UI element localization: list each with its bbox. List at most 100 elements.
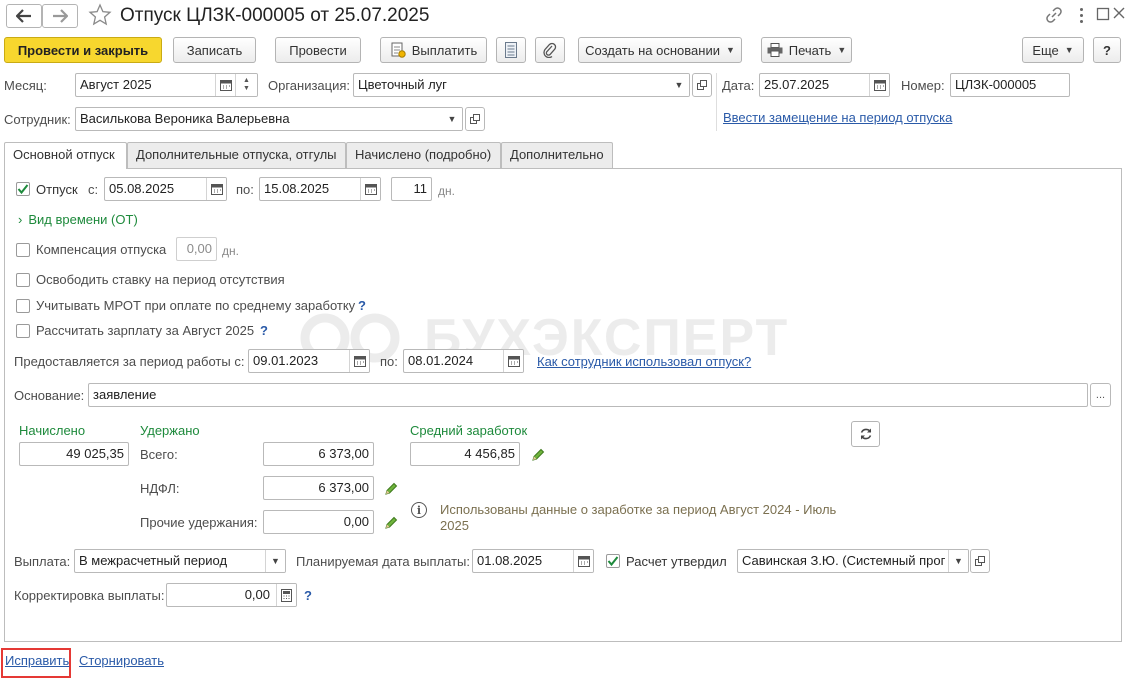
- approved-by-field[interactable]: Савинская З.Ю. (Системный прог ▼: [737, 549, 969, 573]
- link-icon[interactable]: [1045, 6, 1063, 27]
- dropdown-button[interactable]: ▼: [265, 550, 285, 572]
- total-label: Всего:: [140, 447, 178, 462]
- storno-link[interactable]: Сторнировать: [79, 653, 164, 669]
- other-withholdings-field[interactable]: 0,00: [263, 510, 374, 534]
- list-icon: [505, 42, 517, 58]
- post-and-close-button[interactable]: Провести и закрыть: [4, 37, 162, 63]
- pay-button[interactable]: Выплатить: [380, 37, 487, 63]
- approved-checkbox[interactable]: [606, 554, 620, 568]
- free-rate-checkbox[interactable]: [16, 273, 30, 287]
- month-stepper[interactable]: ▲ ▼: [235, 74, 257, 96]
- days-field[interactable]: 11: [391, 177, 432, 201]
- time-type-toggle[interactable]: › Вид времени (ОТ): [18, 212, 138, 228]
- ndfl-field[interactable]: 6 373,00: [263, 476, 374, 500]
- open-employee-button[interactable]: [465, 107, 485, 131]
- refresh-button[interactable]: [851, 421, 880, 447]
- help-button[interactable]: ?: [1093, 37, 1121, 63]
- approved-label: Расчет утвердил: [626, 554, 727, 569]
- calc-salary-checkbox[interactable]: [16, 324, 30, 338]
- vacation-to-field[interactable]: 15.08.2025: [259, 177, 381, 201]
- close-icon[interactable]: [1113, 7, 1125, 22]
- more-button[interactable]: Еще ▼: [1022, 37, 1084, 63]
- vacation-from-field[interactable]: 05.08.2025: [104, 177, 227, 201]
- edit-avg-pencil-icon[interactable]: [531, 448, 545, 462]
- open-external-icon: [697, 80, 707, 90]
- caret-down-icon: ▼: [725, 45, 735, 55]
- more-vert-icon[interactable]: [1078, 5, 1086, 25]
- back-button[interactable]: [6, 4, 42, 28]
- period-to-field[interactable]: 08.01.2024: [403, 349, 524, 373]
- forward-button[interactable]: [42, 4, 78, 28]
- calendar-icon: [364, 184, 377, 195]
- step-up-icon[interactable]: ▲: [243, 77, 250, 85]
- step-down-icon[interactable]: ▼: [243, 85, 250, 93]
- open-external-icon: [975, 556, 985, 566]
- favorite-star-icon[interactable]: [88, 3, 112, 30]
- attach-button[interactable]: [535, 37, 565, 63]
- payout-field[interactable]: В межрасчетный период ▼: [74, 549, 286, 573]
- maximize-icon[interactable]: [1096, 7, 1110, 24]
- open-approver-button[interactable]: [970, 549, 990, 573]
- avg-earnings-label: Средний заработок: [410, 423, 528, 438]
- post-button[interactable]: Провести: [275, 37, 361, 63]
- calculator-icon: [281, 588, 292, 602]
- earnings-period-info: Использованы данные о заработке за перио…: [440, 502, 837, 533]
- mrot-checkbox[interactable]: [16, 299, 30, 313]
- compensation-days-field[interactable]: 0,00: [176, 237, 217, 261]
- vacation-checkbox[interactable]: [16, 182, 30, 196]
- calendar-icon: [210, 184, 223, 195]
- basis-label: Основание:: [14, 388, 85, 403]
- calendar-button[interactable]: [503, 350, 523, 372]
- fix-link[interactable]: Исправить: [5, 653, 69, 669]
- caret-down-icon: ▼: [674, 80, 684, 90]
- save-button[interactable]: Записать: [173, 37, 256, 63]
- correction-label: Корректировка выплаты:: [14, 588, 165, 603]
- arrow-right-icon: [53, 9, 68, 23]
- create-based-on-button[interactable]: Создать на основании ▼: [578, 37, 742, 63]
- basis-select-button[interactable]: ...: [1090, 383, 1111, 407]
- planned-date-field[interactable]: 01.08.2025: [472, 549, 594, 573]
- edit-ndfl-pencil-icon[interactable]: [384, 482, 398, 496]
- tab-additional-vacations[interactable]: Дополнительные отпуска, отгулы: [127, 142, 346, 168]
- refresh-icon: [860, 428, 871, 440]
- open-organization-button[interactable]: [692, 73, 712, 97]
- edit-other-pencil-icon[interactable]: [384, 516, 398, 530]
- avg-earnings-field[interactable]: 4 456,85: [410, 442, 520, 466]
- calendar-button[interactable]: [869, 74, 889, 96]
- period-from-field[interactable]: 09.01.2023: [248, 349, 370, 373]
- calendar-button[interactable]: [360, 178, 380, 200]
- calc-salary-help-icon[interactable]: ?: [260, 323, 268, 338]
- month-field[interactable]: Август 2025 ▲ ▼: [75, 73, 258, 97]
- calendar-button[interactable]: [215, 74, 235, 96]
- used-vacation-link[interactable]: Как сотрудник использовал отпуск?: [537, 354, 751, 370]
- employee-field[interactable]: Василькова Вероника Валерьевна ▼: [75, 107, 463, 131]
- calendar-button[interactable]: [349, 350, 369, 372]
- list-report-button[interactable]: [496, 37, 526, 63]
- calendar-button[interactable]: [206, 178, 226, 200]
- print-button[interactable]: Печать ▼: [761, 37, 852, 63]
- compensation-checkbox[interactable]: [16, 243, 30, 257]
- correction-help-icon[interactable]: ?: [304, 588, 312, 603]
- correction-field[interactable]: 0,00: [166, 583, 297, 607]
- calculator-button[interactable]: [276, 584, 296, 606]
- number-field[interactable]: ЦЛЗК-000005: [950, 73, 1070, 97]
- calendar-icon: [219, 80, 232, 91]
- employee-label: Сотрудник:: [4, 112, 71, 127]
- substitute-link[interactable]: Ввести замещение на период отпуска: [723, 110, 952, 126]
- mrot-help-icon[interactable]: ?: [358, 298, 366, 313]
- dropdown-button[interactable]: ▼: [442, 108, 462, 130]
- header-divider: [716, 73, 717, 131]
- calendar-button[interactable]: [573, 550, 593, 572]
- open-external-icon: [470, 114, 480, 124]
- total-withheld-field[interactable]: 6 373,00: [263, 442, 374, 466]
- organization-field[interactable]: Цветочный луг ▼: [353, 73, 690, 97]
- calendar-icon: [353, 356, 366, 367]
- tab-main-vacation[interactable]: Основной отпуск: [4, 142, 127, 169]
- tab-accrued-detail[interactable]: Начислено (подробно): [346, 142, 501, 168]
- dropdown-button[interactable]: ▼: [948, 550, 968, 572]
- dropdown-button[interactable]: ▼: [669, 74, 689, 96]
- basis-field[interactable]: заявление: [88, 383, 1088, 407]
- date-field[interactable]: 25.07.2025: [759, 73, 890, 97]
- tab-additional[interactable]: Дополнительно: [501, 142, 613, 168]
- accrued-field[interactable]: 49 025,35: [19, 442, 129, 466]
